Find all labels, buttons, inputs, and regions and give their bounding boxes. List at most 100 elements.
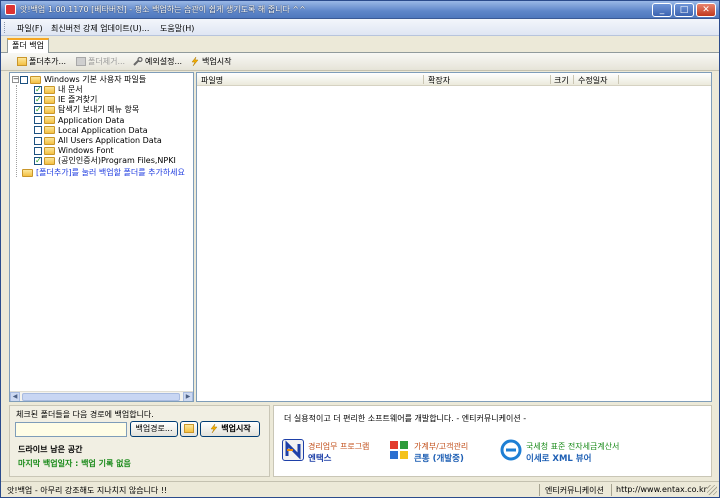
file-list-header: 파일명 확장자 크기 수정일자 xyxy=(197,73,711,86)
tree-item-label: 탐색기 보내기 메뉴 항목 xyxy=(58,105,140,115)
esero-logo-icon xyxy=(500,439,522,461)
tree-item-checkbox[interactable] xyxy=(34,126,42,135)
tree-line xyxy=(16,85,17,177)
start-backup-toolbar-label: 백업시작 xyxy=(202,57,232,66)
ad-product-entax[interactable]: 경리업무 프로그램 엔택스 xyxy=(282,439,382,465)
minimize-button[interactable]: _ xyxy=(652,3,672,17)
ad-product-esero[interactable]: 국세청 표준 전자세금계산서 이세로 XML 뷰어 xyxy=(500,439,650,465)
tree-horizontal-scrollbar[interactable]: ◀ ▶ xyxy=(10,391,193,401)
tree-item-checkbox[interactable] xyxy=(34,136,42,145)
ad-product-sub: 국세청 표준 전자세금계산서 xyxy=(526,442,620,451)
status-message: 앗!백업 - 아무리 강조해도 지나치지 않습니다 !! xyxy=(7,486,168,495)
scroll-right-icon[interactable]: ▶ xyxy=(183,392,193,401)
ad-product-name: 큰통 (개발중) xyxy=(414,454,464,464)
tree-item-label: Local Application Data xyxy=(58,125,148,135)
tree-item[interactable]: ✓ (공인인증서)Program Files,NPKI xyxy=(34,156,176,166)
remove-folder-button[interactable]: 폴더제거... xyxy=(76,56,125,68)
column-divider[interactable] xyxy=(618,75,619,84)
scroll-thumb[interactable] xyxy=(22,393,180,401)
tree-add-hint[interactable]: [폴더추가]를 눌러 백업할 폴더를 추가하세요 xyxy=(22,168,185,178)
menu-grip xyxy=(4,22,7,33)
close-button[interactable]: ✕ xyxy=(696,3,716,17)
ad-product-sub: 가계부/고객관리 xyxy=(414,442,469,451)
folder-remove-icon xyxy=(76,57,86,66)
folder-icon xyxy=(44,156,55,165)
menu-force-update[interactable]: 최신버전 강제 업데이트(U)... xyxy=(51,23,149,34)
backup-path-button[interactable]: 백업경로... xyxy=(130,421,178,437)
tree-item-checkbox[interactable] xyxy=(34,146,42,155)
folder-icon xyxy=(44,146,55,155)
tree-item-checkbox[interactable]: ✓ xyxy=(34,105,42,114)
window-title: 앗!백업 1.00.1170 [베타버전] - 평소 백업하는 습관이 쉽게 생… xyxy=(20,5,306,14)
tree-root-checkbox[interactable] xyxy=(20,75,28,84)
column-size[interactable]: 크기 xyxy=(554,75,569,86)
backup-path-label: 체크된 폴더들을 다음 경로에 백업합니다. xyxy=(16,410,154,419)
folder-icon xyxy=(44,116,55,125)
status-bar: 앗!백업 - 아무리 강조해도 지나치지 않습니다 !! 엔티커뮤니케이션 ht… xyxy=(1,481,719,497)
tree-item-checkbox[interactable] xyxy=(34,116,42,125)
tree-item[interactable]: ✓ 내 문서 xyxy=(34,85,83,95)
tree-item[interactable]: All Users Application Data xyxy=(34,136,162,146)
ad-product-keuntong[interactable]: 가계부/고객관리 큰통 (개발중) xyxy=(388,439,488,465)
folder-icon xyxy=(44,95,55,104)
start-backup-button[interactable]: 백업시작 xyxy=(200,421,260,437)
status-divider xyxy=(539,484,540,496)
tree-add-hint-label: [폴더추가]를 눌러 백업할 폴더를 추가하세요 xyxy=(36,168,185,177)
tree-item[interactable]: Windows Font xyxy=(34,146,114,156)
start-backup-label: 백업시작 xyxy=(221,424,251,433)
resize-grip[interactable] xyxy=(707,485,717,495)
lightning-icon xyxy=(190,56,200,67)
menu-bar: 파일(F) 최신버전 강제 업데이트(U)... 도움말(H) xyxy=(1,19,719,36)
folder-search-icon xyxy=(184,424,194,433)
exclude-settings-button[interactable]: 예외설정... xyxy=(133,56,182,68)
tree-item[interactable]: ✓ 탐색기 보내기 메뉴 항목 xyxy=(34,105,139,115)
tree-item-checkbox[interactable]: ✓ xyxy=(34,156,42,165)
tree-item[interactable]: Application Data xyxy=(34,116,124,126)
start-backup-toolbar-button[interactable]: 백업시작 xyxy=(190,56,231,68)
ad-product-name: 이세로 XML 뷰어 xyxy=(526,454,592,464)
remove-folder-label: 폴더제거... xyxy=(88,57,126,66)
tree-item-checkbox[interactable]: ✓ xyxy=(34,95,42,104)
folder-icon xyxy=(44,85,55,94)
folder-icon xyxy=(44,105,55,114)
exclude-settings-label: 예외설정... xyxy=(145,57,183,66)
wrench-icon xyxy=(133,56,143,66)
menu-file[interactable]: 파일(F) xyxy=(17,23,43,34)
tab-folder-backup[interactable]: 폴더 백업 xyxy=(7,38,49,54)
tree-root-label: Windows 기본 사용자 파일들 xyxy=(44,75,147,84)
tree-item-checkbox[interactable]: ✓ xyxy=(34,85,42,94)
column-divider[interactable] xyxy=(573,75,574,84)
column-divider[interactable] xyxy=(423,75,424,84)
tree-item[interactable]: Local Application Data xyxy=(34,126,148,136)
tree-item-label: 내 문서 xyxy=(58,85,83,94)
keuntong-logo-icon xyxy=(388,439,410,461)
status-url[interactable]: http://www.entax.co.kr xyxy=(616,485,707,494)
drive-space-label: 드라이브 남은 공간 xyxy=(18,445,83,454)
folder-icon xyxy=(44,136,55,145)
maximize-button[interactable]: □ xyxy=(674,3,694,17)
collapse-toggle-icon[interactable]: − xyxy=(12,76,19,83)
add-folder-label: 폴더추가... xyxy=(29,57,67,66)
folder-icon xyxy=(44,126,55,135)
open-folder-button[interactable] xyxy=(180,421,198,437)
folder-tree[interactable]: − Windows 기본 사용자 파일들 ✓ 내 문서 ✓ IE 즐겨찾기 ✓ 탐색기 보내… xyxy=(9,72,194,402)
app-window: 앗!백업 1.00.1170 [베타버전] - 평소 백업하는 습관이 쉽게 생… xyxy=(0,0,720,498)
scroll-left-icon[interactable]: ◀ xyxy=(10,392,20,401)
backup-panel: 체크된 폴더들을 다음 경로에 백업합니다. 백업경로... 백업시작 드라이브… xyxy=(9,405,270,477)
tree-item[interactable]: ✓ IE 즐겨찾기 xyxy=(34,95,97,105)
status-company: 엔티커뮤니케이션 xyxy=(545,486,604,495)
tree-root[interactable]: − Windows 기본 사용자 파일들 xyxy=(12,75,146,85)
tree-item-label: Windows Font xyxy=(58,146,114,156)
file-list[interactable]: 파일명 확장자 크기 수정일자 xyxy=(196,72,712,402)
ad-product-name: 엔택스 xyxy=(308,454,332,464)
menu-help[interactable]: 도움말(H) xyxy=(160,23,194,34)
column-divider[interactable] xyxy=(550,75,551,84)
title-bar[interactable]: 앗!백업 1.00.1170 [베타버전] - 평소 백업하는 습관이 쉽게 생… xyxy=(1,1,719,19)
backup-path-input[interactable] xyxy=(15,422,127,437)
column-filename[interactable]: 파일명 xyxy=(201,75,223,86)
status-divider xyxy=(611,484,612,496)
add-folder-button[interactable]: 폴더추가... xyxy=(17,56,66,68)
column-extension[interactable]: 확장자 xyxy=(428,75,450,86)
tree-item-label: (공인인증서)Program Files,NPKI xyxy=(58,156,176,166)
column-modified[interactable]: 수정일자 xyxy=(578,75,607,86)
